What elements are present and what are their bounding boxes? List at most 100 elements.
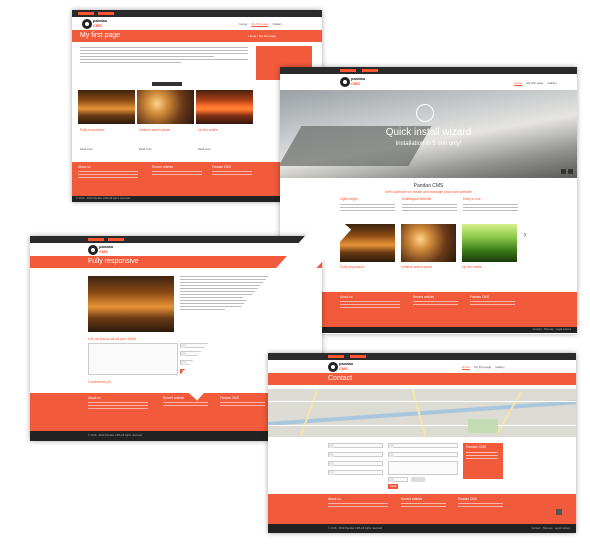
card-image-grass[interactable]	[462, 224, 517, 262]
map-road-1	[299, 390, 319, 436]
email-badge	[362, 69, 378, 72]
chevron-right-icon[interactable]: ›	[518, 227, 532, 241]
main-nav: Home My first page Gallery	[235, 22, 282, 27]
nav-home[interactable]: Home	[514, 81, 523, 86]
panda-logo-icon	[328, 362, 338, 372]
nav-home[interactable]: Home	[239, 22, 247, 26]
title-band: Contact	[268, 373, 576, 385]
caption-3[interactable]: Up the article	[198, 128, 218, 132]
subject-field[interactable]	[388, 452, 458, 457]
read-more-2[interactable]: Read more	[139, 148, 152, 151]
contact-box-title: Pandao CMS	[466, 445, 487, 449]
top-bar	[72, 10, 322, 17]
slider-next-button[interactable]	[568, 169, 573, 174]
footer-about: About us	[88, 396, 148, 409]
nav-first-page[interactable]: My first page	[526, 81, 543, 85]
logo[interactable]: pandao CMS	[328, 362, 354, 372]
gallery-toolbar	[152, 82, 182, 86]
nav-gallery[interactable]: Gallery	[547, 81, 557, 85]
screenshot-home: pandao CMS Home My first page Gallery Quic…	[280, 67, 577, 334]
page-title: My first page	[80, 32, 121, 39]
gallery-image-sunset[interactable]	[78, 90, 135, 124]
title-band: My first page Home / My first page	[72, 30, 322, 42]
nav-home[interactable]: Home	[462, 365, 471, 370]
contact-info-box: Pandao CMS	[463, 443, 503, 479]
card-image-bokeh[interactable]	[401, 224, 456, 262]
email-badge	[98, 12, 114, 15]
phone-badge	[328, 355, 344, 358]
email-badge	[350, 355, 366, 358]
name-field[interactable]	[328, 443, 383, 448]
page-title: Fully responsive	[88, 258, 139, 265]
header: pandao CMS Home My first page Gallery	[72, 17, 322, 30]
bottom-links[interactable]: Contact · Sitemap · Legal notices	[533, 327, 571, 333]
card-caption-2[interactable]: Intuitive admin panel	[401, 265, 432, 269]
bottom-bar: © 2016 - 2019 Pandao CMS All rights rese…	[268, 524, 576, 533]
gallery-image-leaves[interactable]	[196, 90, 253, 124]
postcode-field[interactable]	[328, 461, 383, 466]
page-title: Contact	[328, 375, 353, 382]
header: pandao CMS Home My first page Gallery	[268, 360, 576, 373]
footer-articles: Recent articles	[163, 396, 208, 406]
breadcrumb: Home / My first page	[248, 34, 276, 38]
nav-gallery[interactable]: Gallery	[272, 22, 282, 26]
bottom-links[interactable]: Contact · Sitemap · Legal notices	[532, 524, 570, 533]
feature-multilingual: Multilingual website	[402, 197, 432, 201]
logo[interactable]: pandao CMS	[82, 19, 108, 29]
hero-title: Quick install wizard	[385, 127, 472, 138]
scroll-top-button[interactable]	[556, 509, 562, 515]
message-textarea[interactable]	[388, 461, 458, 475]
section-title: Pandao CMS	[413, 183, 444, 189]
footer-about: About us	[340, 295, 400, 308]
header: pandao CMS Home My first page Gallery	[280, 74, 577, 90]
header: pandao CMS	[30, 243, 322, 256]
map-park	[468, 419, 498, 433]
logo[interactable]: pandao CMS	[88, 245, 114, 255]
footer-about: About us	[328, 497, 388, 507]
nav-first-page[interactable]: My first page	[251, 22, 269, 27]
feature-easy: Easy to use	[463, 197, 481, 201]
logo[interactable]: pandao CMS	[340, 77, 366, 87]
card-caption-3[interactable]: Up the article	[462, 265, 482, 269]
article-image[interactable]	[88, 276, 174, 332]
read-more-1[interactable]: Read more	[80, 148, 93, 151]
caption-2[interactable]: Intuitive admin panel	[139, 128, 170, 132]
footer-articles: Recent articles	[401, 497, 446, 507]
card-caption-1[interactable]: Fully responsive	[340, 265, 365, 269]
footer-pandao: Pandao CMS	[212, 165, 252, 175]
top-bar	[280, 67, 577, 74]
phone-field[interactable]	[328, 470, 383, 475]
top-bar	[30, 236, 322, 243]
panda-logo-icon	[82, 19, 92, 29]
feature-light-weight: Light weight	[340, 197, 359, 201]
comments-count: Comments (0)	[88, 380, 111, 384]
hero-slider[interactable]: Quick install wizard Installation in 5 m…	[280, 90, 577, 178]
contact-box-text	[466, 452, 498, 461]
copyright: © 2016 - 2019 Pandao CMS All rights rese…	[328, 527, 382, 530]
install-icon	[416, 104, 434, 122]
footer-pandao: Pandao CMS	[458, 497, 503, 507]
footer-pandao: Pandao CMS	[220, 396, 265, 406]
address-field[interactable]	[328, 452, 383, 457]
read-more-3[interactable]: Read more	[198, 148, 211, 151]
main-nav: Home My first page Gallery	[510, 81, 557, 86]
send-button[interactable]: Send	[388, 484, 398, 489]
nav-first-page[interactable]: My first page	[474, 365, 491, 369]
nav-gallery[interactable]: Gallery	[495, 365, 505, 369]
captcha-field[interactable]	[388, 477, 408, 482]
main-nav: Home My first page Gallery	[458, 365, 505, 370]
map[interactable]	[268, 389, 576, 437]
gallery-image-bokeh[interactable]	[137, 90, 194, 124]
comment-textarea[interactable]	[88, 343, 178, 375]
panda-logo-icon	[340, 77, 350, 87]
captcha-image	[411, 477, 425, 482]
caption-1[interactable]: Fully responsive	[80, 128, 105, 132]
email-field[interactable]	[388, 443, 458, 448]
phone-badge	[88, 238, 104, 241]
panda-logo-icon	[88, 245, 98, 255]
phone-badge	[340, 69, 356, 72]
slider-prev-button[interactable]	[561, 169, 566, 174]
feature-text-2	[402, 204, 457, 213]
map-road-5	[268, 425, 576, 426]
section-subtitle: Web software to create and manage your o…	[385, 190, 472, 194]
